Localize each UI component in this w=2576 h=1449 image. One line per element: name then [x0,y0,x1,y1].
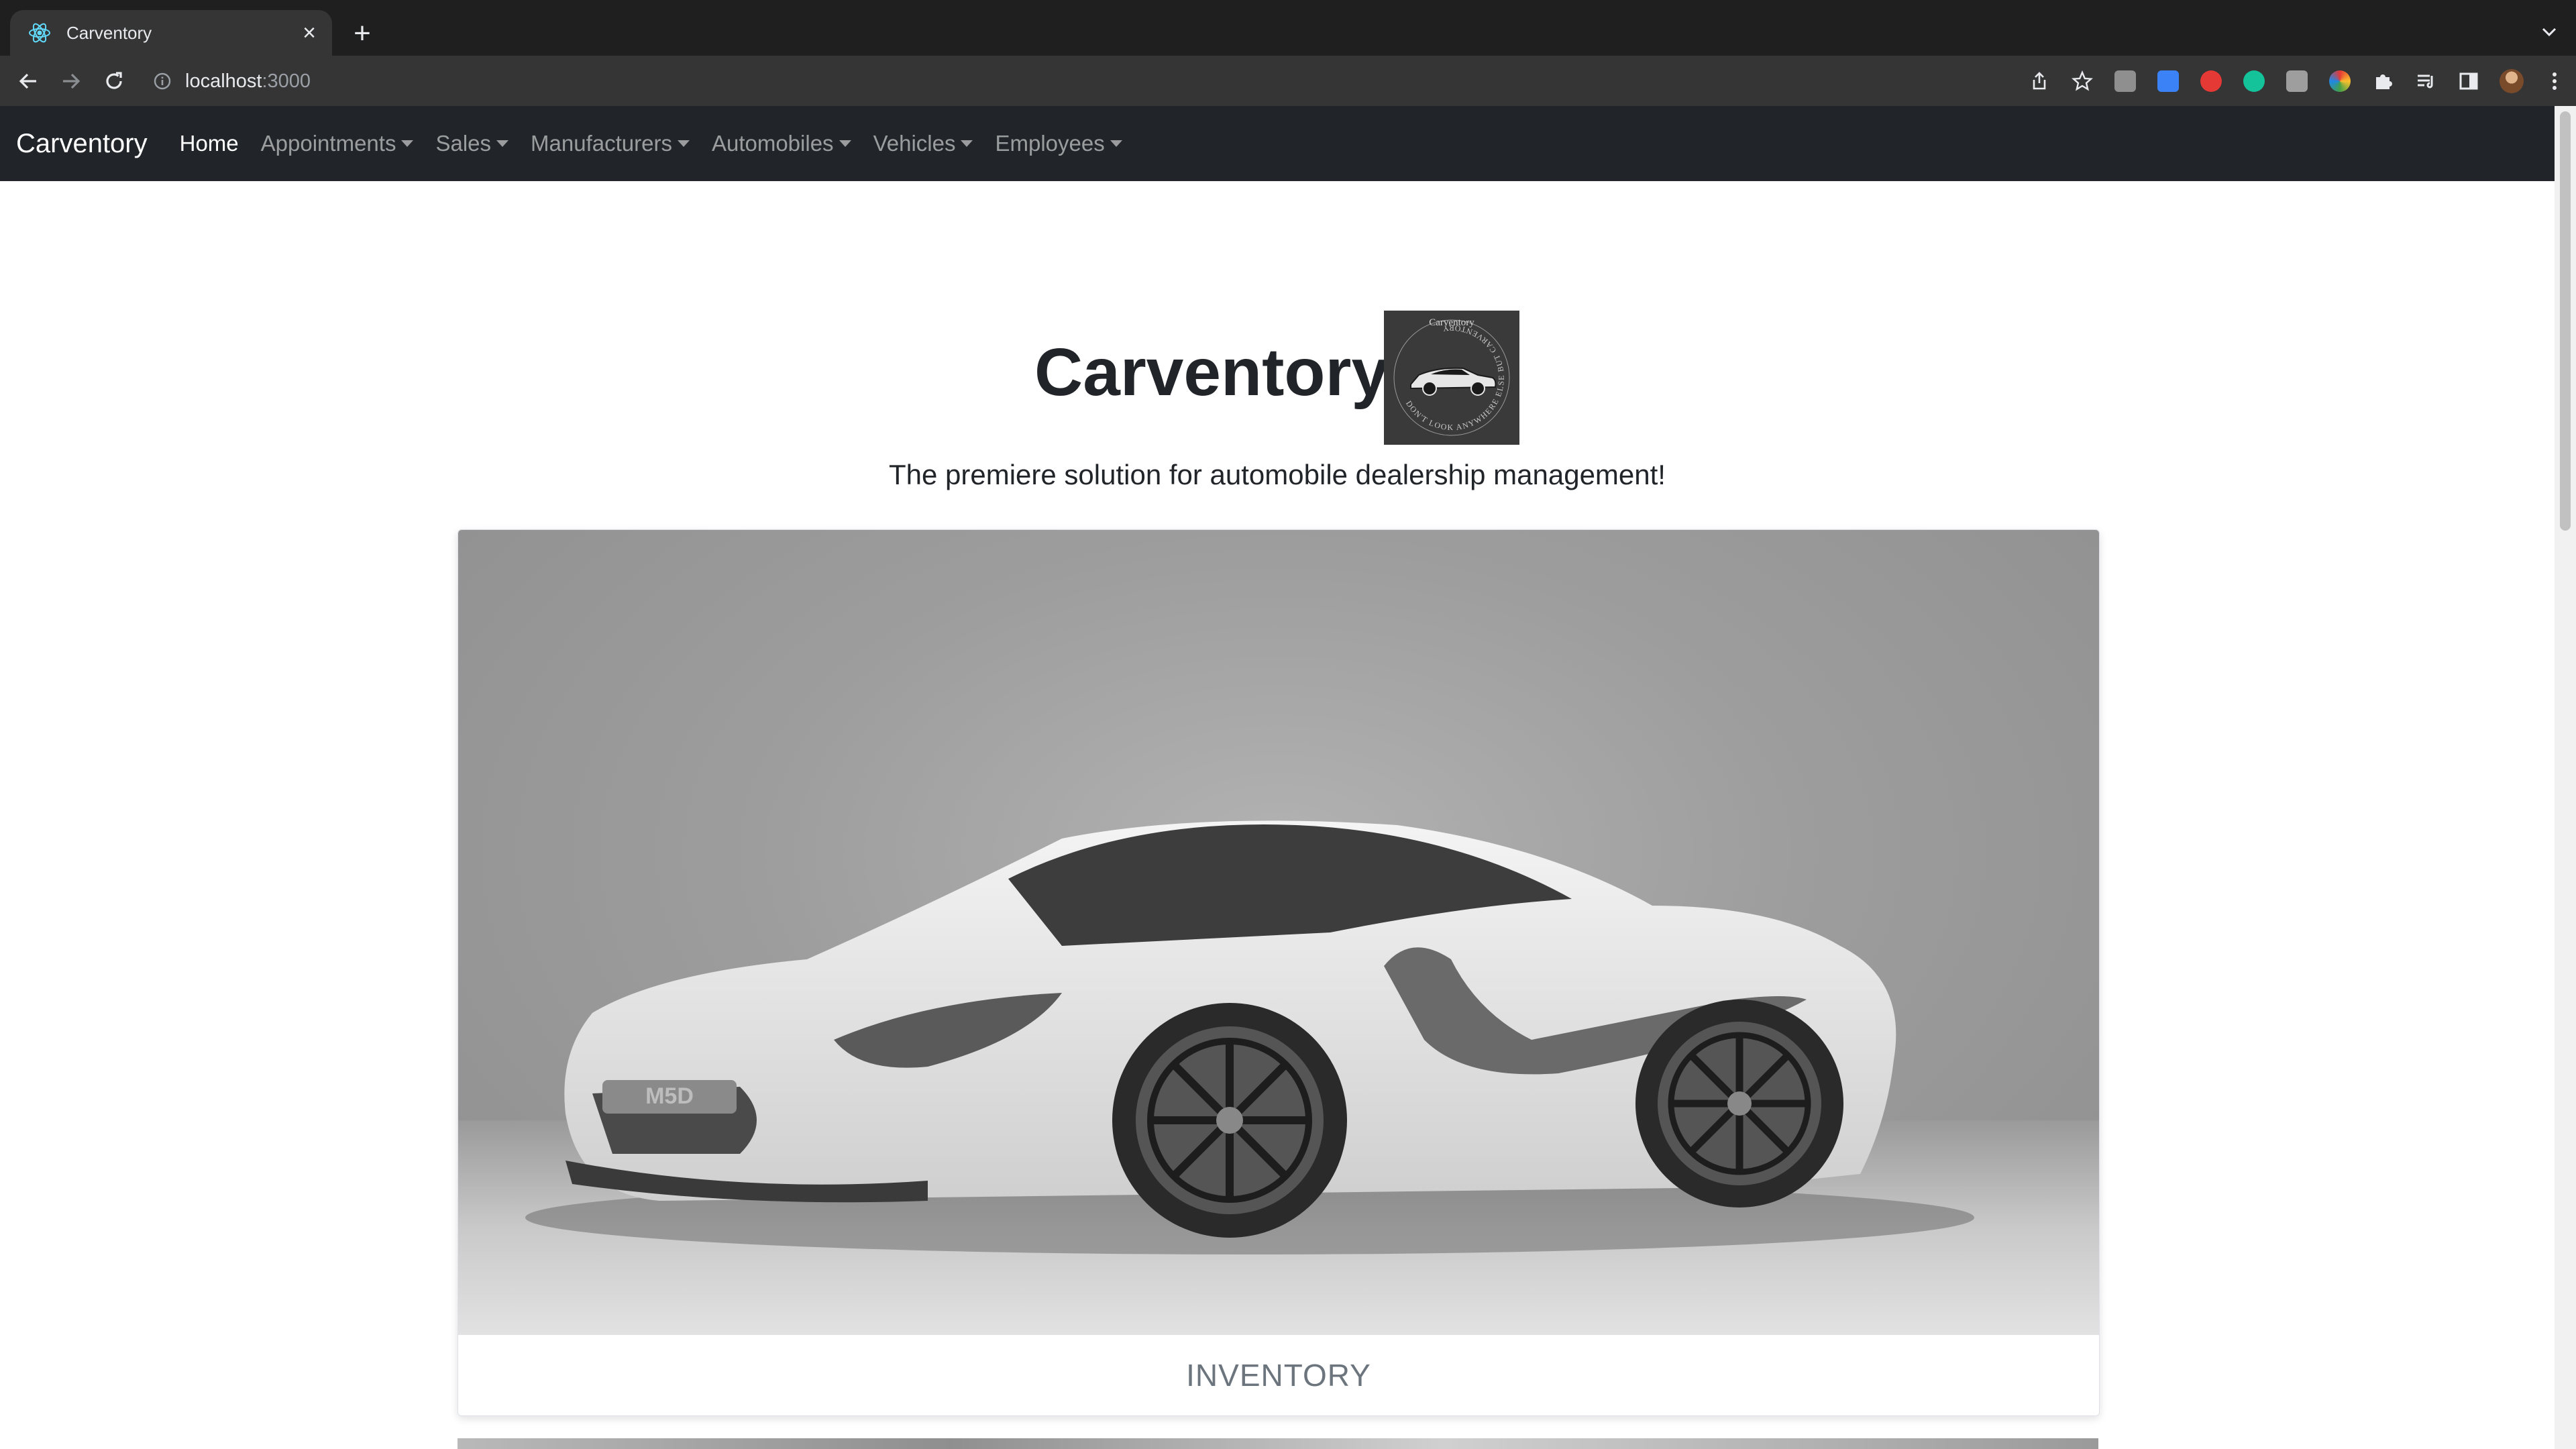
next-card-image-peek [458,1438,2098,1449]
extension-r-icon[interactable] [2104,61,2147,101]
info-icon[interactable] [149,68,176,95]
caret-down-icon [496,140,509,147]
scrollbar-thumb[interactable] [2560,111,2571,531]
nav-home[interactable]: Home [180,131,239,156]
card-footer-inventory[interactable]: INVENTORY [458,1335,2099,1415]
extension-notes-icon[interactable] [2275,61,2318,101]
address-bar[interactable]: localhost:3000 [149,61,2027,101]
caret-down-icon [839,140,851,147]
forward-arrow-icon[interactable] [52,62,90,100]
extensions-puzzle-icon[interactable] [2361,61,2404,101]
nav-home-label: Home [179,131,239,156]
url-port: :3000 [262,70,311,92]
extension-toolbar [2018,61,2576,101]
kebab-menu-icon[interactable] [2533,61,2576,101]
carventory-logo: Carventory DON'T LOOK ANYWHERE ELSE BUT … [1384,311,1519,445]
star-icon[interactable] [2061,61,2104,101]
nav-employees-dropdown[interactable]: Employees [995,131,1122,156]
share-icon[interactable] [2018,61,2061,101]
close-icon[interactable]: × [296,19,323,46]
extension-color-icon[interactable] [2318,61,2361,101]
extension-grammarly-icon[interactable] [2233,61,2275,101]
caret-down-icon [1110,140,1122,147]
nav-appointments-dropdown[interactable]: Appointments [261,131,414,156]
reload-icon[interactable] [95,62,133,100]
nav-appointments-label: Appointments [260,131,396,156]
nav-automobiles-label: Automobiles [711,131,834,156]
caret-down-icon [677,140,690,147]
nav-automobiles-dropdown[interactable]: Automobiles [712,131,851,156]
plus-icon[interactable]: + [347,17,377,50]
license-plate-text: M5D [645,1083,694,1109]
nav-manufacturers-label: Manufacturers [531,131,672,156]
hero-lead-text: The premiere solution for automobile dea… [889,459,1666,490]
extension-blue-icon[interactable] [2147,61,2190,101]
browser-toolbar: localhost:3000 [0,56,2576,106]
reading-list-icon[interactable] [2404,61,2447,101]
nav-vehicles-label: Vehicles [873,131,956,156]
rear-wheel [1635,1000,1843,1208]
navbar-brand[interactable]: Carventory [16,129,148,159]
nav-sales-dropdown[interactable]: Sales [435,131,509,156]
browser-tab[interactable]: Carventory × [10,10,332,56]
page-title: Carventory [1034,335,1389,410]
caret-down-icon [401,140,414,147]
app-navbar: Carventory Home Appointments Sales Manuf… [0,106,2555,181]
extension-red-hand-icon[interactable] [2190,61,2233,101]
front-wheel [1112,1003,1347,1238]
nav-sales-label: Sales [435,131,492,156]
page-scrollbar[interactable] [2555,106,2576,1449]
back-arrow-icon[interactable] [9,62,47,100]
side-panel-icon[interactable] [2447,61,2490,101]
caret-down-icon [961,140,973,147]
nav-employees-label: Employees [995,131,1105,156]
react-favicon-icon [26,19,53,46]
nav-vehicles-dropdown[interactable]: Vehicles [873,131,973,156]
supercar-image: M5D [458,530,2099,1335]
profile-avatar-icon[interactable] [2490,61,2533,101]
browser-tab-strip: Carventory × + [0,0,2576,56]
url-host: localhost [185,70,262,92]
chevron-down-icon[interactable] [2536,19,2563,46]
tab-title: Carventory [66,22,152,43]
nav-manufacturers-dropdown[interactable]: Manufacturers [531,131,690,156]
inventory-card[interactable]: M5D INVENTORY [458,529,2100,1416]
